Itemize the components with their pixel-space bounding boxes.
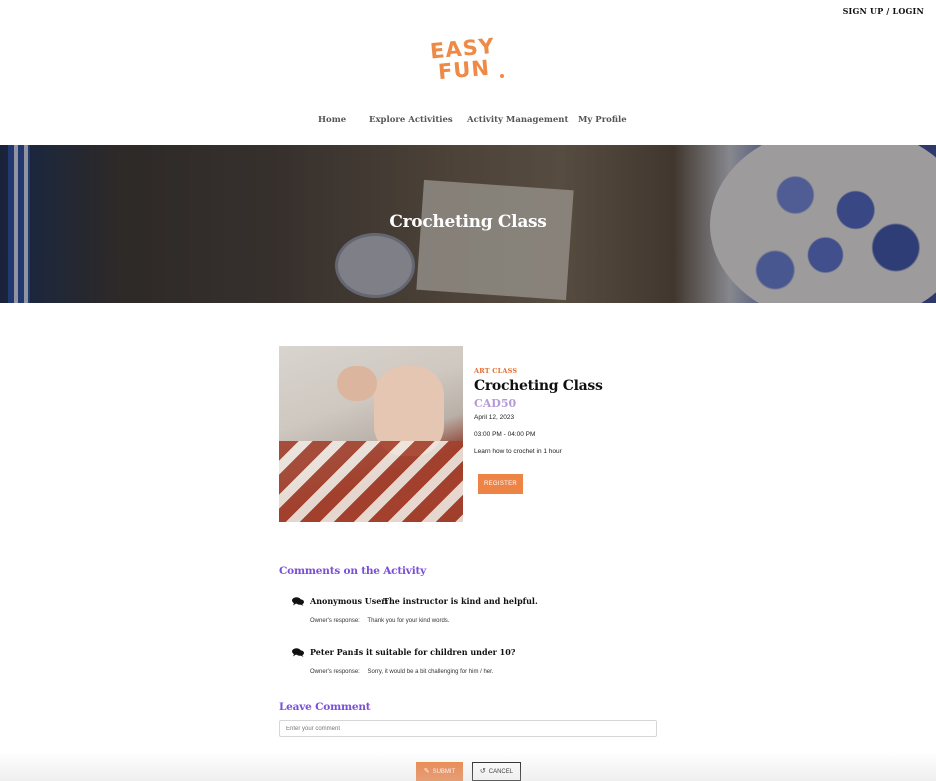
activity-category: ART CLASS [474,367,518,375]
owner-response: Owner's response: Sorry, it would be a b… [310,669,493,675]
comments-heading: Comments on the Activity [279,565,427,577]
comment-author: Anonymous User: [310,596,389,606]
owner-response-text: Thank you for your kind words. [367,618,450,624]
comments-icon [292,648,304,657]
nav-item-explore-activities[interactable]: Explore Activities [369,115,453,125]
cancel-button[interactable]: ↺ CANCEL [472,762,521,781]
photo-knitting [279,441,463,522]
activity-title: Crocheting Class [474,378,603,394]
owner-response-label: Owner's response: [310,618,360,624]
activity-description: Learn how to crochet in 1 hour [474,448,562,455]
comment-text: Is it suitable for children under 10? [355,647,516,657]
bottom-shadow [0,751,936,781]
photo-hand [337,366,377,401]
activity-info: ART CLASS Crocheting Class CAD50 April 1… [474,367,674,494]
hero-title: Crocheting Class [389,212,547,232]
signup-login-link[interactable]: SIGN UP / LOGIN [843,6,924,16]
easy-fun-logo[interactable]: EASY FUN [429,34,510,85]
comment-author: Peter Pan: [310,647,357,657]
nav-item-my-profile[interactable]: My Profile [578,115,627,125]
activity-time: 03:00 PM - 04:00 PM [474,431,536,438]
submit-button[interactable]: ✎ SUBMIT [416,762,463,781]
comments-icon [292,597,304,606]
comment-text: The instructor is kind and helpful. [383,596,538,606]
nav-item-home[interactable]: Home [318,115,346,125]
owner-response-label: Owner's response: [310,669,360,675]
activity-date: April 12, 2023 [474,414,515,421]
submit-label: SUBMIT [432,768,456,775]
owner-response: Owner's response: Thank you for your kin… [310,618,449,624]
edit-icon: ✎ [423,768,430,775]
nav-item-activity-management[interactable]: Activity Management [467,115,568,125]
register-button[interactable]: REGISTER [478,474,523,494]
logo-dot [500,74,504,78]
logo-line-fun: FUN [437,55,491,85]
cancel-label: CANCEL [488,768,514,775]
undo-icon: ↺ [479,768,486,775]
comment-input[interactable] [279,720,657,737]
activity-price: CAD50 [474,397,517,410]
owner-response-text: Sorry, it would be a bit challenging for… [367,669,494,675]
leave-comment-heading: Leave Comment [279,701,371,713]
activity-photo [279,346,463,522]
